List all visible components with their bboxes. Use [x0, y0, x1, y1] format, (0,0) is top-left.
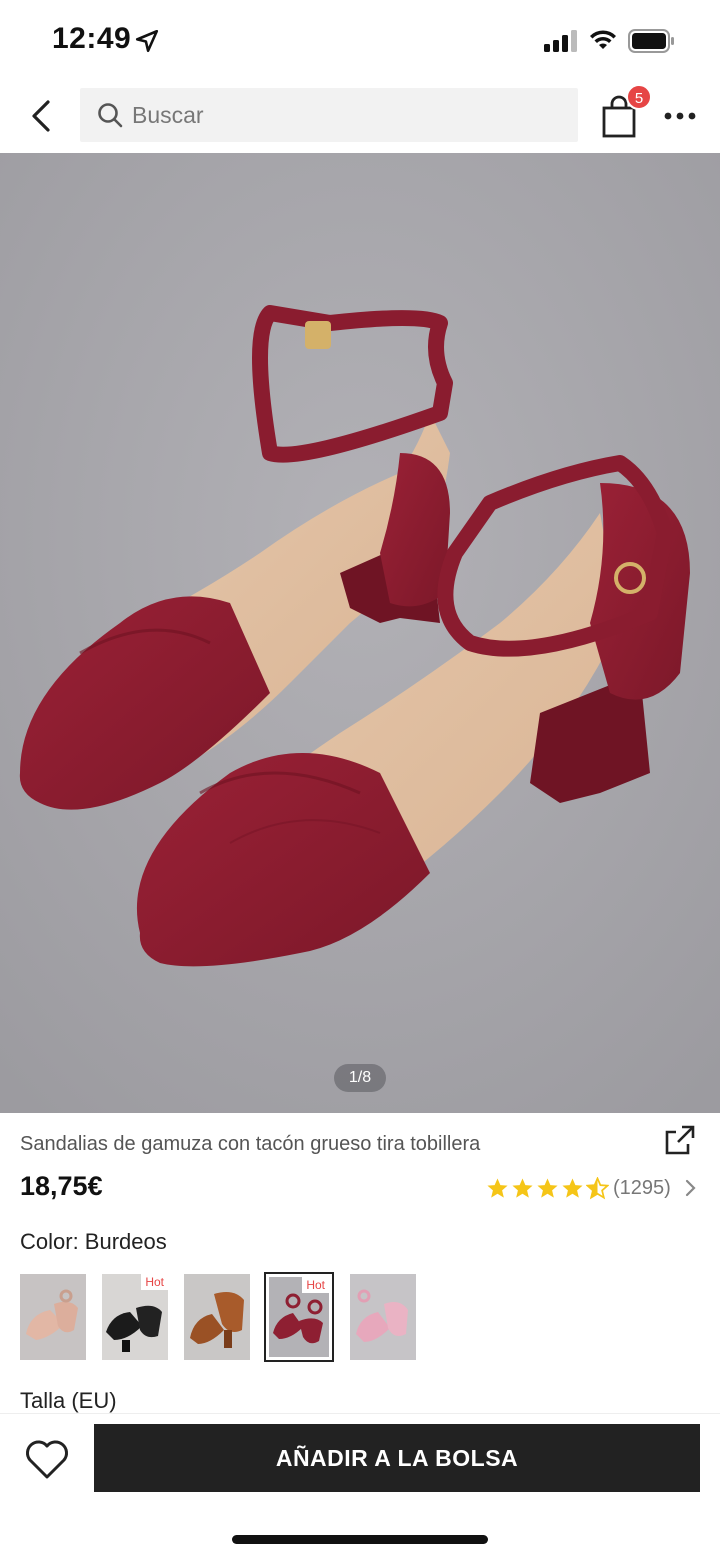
chevron-left-icon[interactable]: [22, 94, 62, 138]
star-full-icon: [537, 1177, 558, 1198]
product-image[interactable]: [0, 153, 720, 1113]
color-swatch-brown[interactable]: [184, 1274, 250, 1360]
top-nav: Buscar: [0, 80, 720, 152]
more-horizontal-icon[interactable]: [660, 100, 700, 132]
rating-summary[interactable]: (1295): [486, 1174, 697, 1202]
share-external-icon[interactable]: [664, 1124, 696, 1156]
product-title: Sandalias de gamuza con tacón grueso tir…: [20, 1133, 481, 1155]
home-indicator: [232, 1535, 488, 1544]
add-to-bag-button[interactable]: AÑADIR A LA BOLSA: [94, 1424, 700, 1492]
color-swatch-nude[interactable]: [20, 1274, 86, 1360]
swatch-image: [184, 1274, 250, 1360]
color-label: Color: Burdeos: [20, 1229, 167, 1254]
search-input[interactable]: Buscar: [80, 88, 578, 142]
battery-icon: [628, 29, 674, 53]
sandals-photo: [0, 153, 720, 1113]
color-swatch-pink[interactable]: [350, 1274, 416, 1360]
cart-count-badge: 5: [626, 84, 652, 110]
status-time: 12:49: [52, 22, 132, 55]
swatch-image: [20, 1274, 86, 1360]
cellular-signal-icon: [544, 30, 577, 52]
rating-count: (1295): [613, 1176, 671, 1199]
heart-outline-icon[interactable]: [24, 1438, 70, 1480]
star-full-icon: [512, 1177, 533, 1198]
hot-tag: Hot: [141, 1274, 168, 1290]
swatch-image: [350, 1274, 416, 1360]
product-price: 18,75€: [20, 1171, 103, 1201]
color-swatch-black[interactable]: Hot: [102, 1274, 168, 1360]
location-arrow-icon: [135, 29, 159, 53]
status-bar: 12:49: [0, 0, 720, 80]
search-icon: [98, 103, 123, 128]
search-placeholder: Buscar: [132, 102, 204, 128]
color-swatch-burgundy[interactable]: Hot: [264, 1272, 334, 1362]
star-full-icon: [487, 1177, 508, 1198]
hot-tag: Hot: [302, 1277, 329, 1293]
star-half-icon: [586, 1176, 609, 1199]
chevron-right-icon: [685, 1179, 696, 1197]
size-label: Talla (EU): [20, 1388, 117, 1413]
wifi-icon: [590, 30, 616, 49]
star-full-icon: [562, 1177, 583, 1198]
bottom-action-bar: AÑADIR A LA BOLSA: [0, 1413, 720, 1557]
image-pager: 1/8: [334, 1064, 386, 1092]
